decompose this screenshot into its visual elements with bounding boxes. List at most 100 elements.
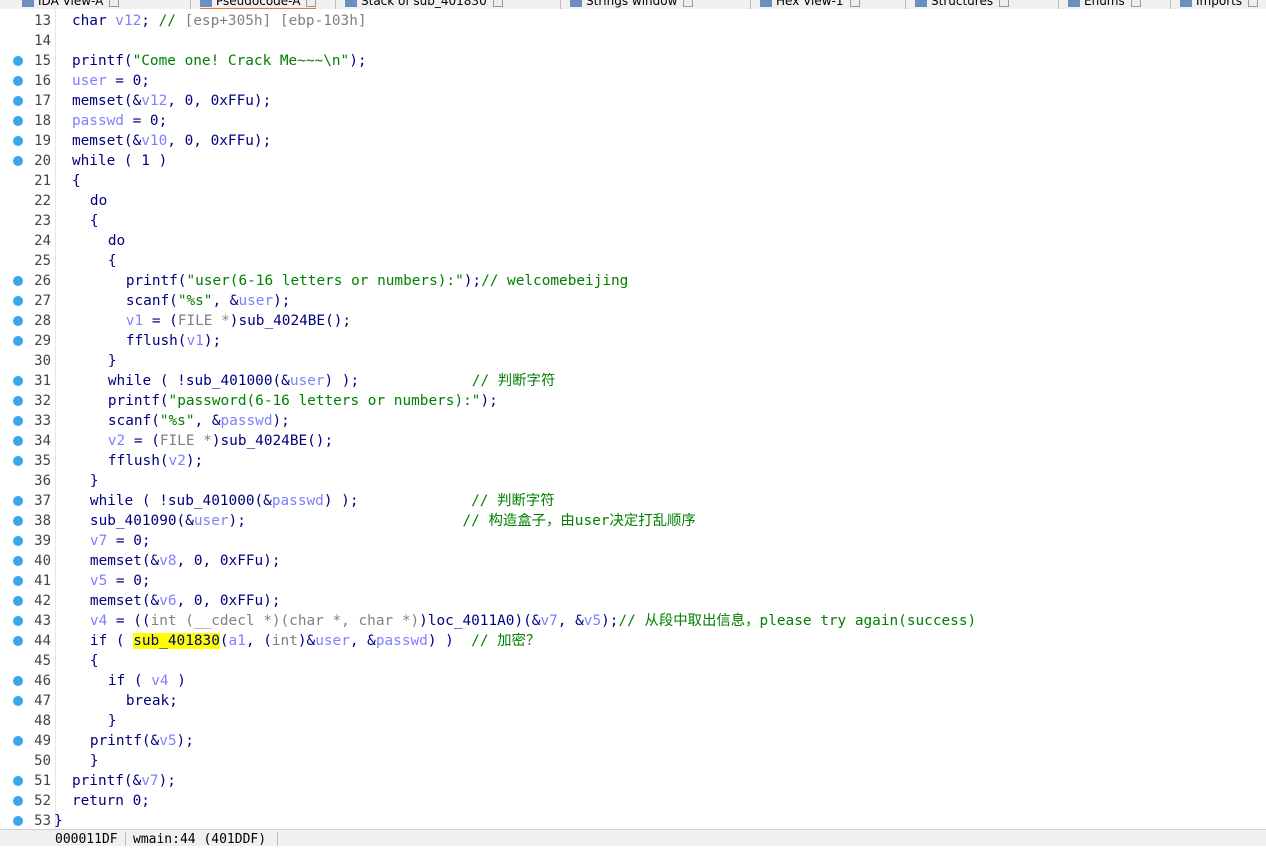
breakpoint-dot-icon[interactable] [13,276,23,286]
breakpoint-dot-icon[interactable] [13,416,23,426]
breakpoint-dot-icon[interactable] [13,696,23,706]
code-line[interactable]: 18 passwd = 0; [0,111,1266,131]
code-token: v6 [159,593,177,609]
code-line[interactable]: 40 memset(&v8, 0, 0xFFu); [0,551,1266,571]
breakpoint-dot-icon[interactable] [13,336,23,346]
tab-ida-view-a[interactable]: IDA View-A [22,0,120,8]
tab-close-icon[interactable] [1248,0,1259,7]
breakpoint-dot-icon[interactable] [13,56,23,66]
code-line[interactable]: 53} [0,811,1266,831]
code-line[interactable]: 36} [0,471,1266,491]
breakpoint-dot-icon[interactable] [13,116,23,126]
breakpoint-dot-icon[interactable] [13,776,23,786]
breakpoint-dot-icon[interactable] [13,616,23,626]
code-line[interactable]: 52 return 0; [0,791,1266,811]
breakpoint-dot-icon[interactable] [13,636,23,646]
line-number: 15 [34,53,51,69]
breakpoint-dot-icon[interactable] [13,96,23,106]
tab-structures[interactable]: Structures [915,0,1010,8]
code-line[interactable]: 42 memset(&v6, 0, 0xFFu); [0,591,1266,611]
code-line[interactable]: 23 { [0,211,1266,231]
breakpoint-dot-icon[interactable] [13,76,23,86]
tab-hex-view-1[interactable]: Hex View-1 [760,0,860,8]
breakpoint-dot-icon[interactable] [13,816,23,826]
code-line[interactable]: 35 fflush(v2); [0,451,1266,471]
code-line[interactable]: 15 printf("Come one! Crack Me~~~\n"); [0,51,1266,71]
pseudocode-editor[interactable]: 13 char v12; // [esp+305h] [ebp-103h] 14 15… [0,9,1266,829]
breakpoint-dot-icon[interactable] [13,796,23,806]
code-line[interactable]: 33 scanf("%s", &passwd); [0,411,1266,431]
code-line[interactable]: 44 if ( sub_401830(a1, (int)&user, &passw… [0,631,1266,651]
breakpoint-dot-icon[interactable] [13,496,23,506]
code-line[interactable]: 25 { [0,251,1266,271]
breakpoint-dot-icon[interactable] [13,556,23,566]
tab-strings-window[interactable]: Strings window [570,0,694,8]
code-line[interactable]: 14 [0,31,1266,51]
tab-close-icon[interactable] [109,0,120,7]
code-text: fflush(v1); [126,332,221,350]
tab-close-icon[interactable] [492,0,503,7]
code-token: = 0; [107,533,151,549]
code-text: } [108,712,117,730]
code-line[interactable]: 26 printf("user(6-16 letters or numbers):… [0,271,1266,291]
line-number: 13 [34,13,51,29]
breakpoint-dot-icon[interactable] [13,536,23,546]
code-line[interactable]: 13 char v12; // [esp+305h] [ebp-103h] [0,11,1266,31]
code-token: ); [228,513,463,529]
code-line[interactable]: 32 printf("password(6-16 letters or numbe… [0,391,1266,411]
breakpoint-dot-icon[interactable] [13,676,23,686]
code-token: printf(& [71,773,142,789]
breakpoint-dot-icon[interactable] [13,136,23,146]
code-line[interactable]: 38 sub_401090(&user); // 构造盒子，由user决定打乱顺序 [0,511,1266,531]
code-line[interactable]: 30} [0,351,1266,371]
code-line[interactable]: 49 printf(&v5); [0,731,1266,751]
code-line[interactable]: 46 if ( v4 ) [0,671,1266,691]
code-line[interactable]: 41 v5 = 0; [0,571,1266,591]
code-line[interactable]: 24 do [0,231,1266,251]
code-line[interactable]: 20 while ( 1 ) [0,151,1266,171]
code-line[interactable]: 43 v4 = ((int (__cdecl *)(char *, char *)… [0,611,1266,631]
tab-view-icon [1180,0,1192,7]
tab-close-icon[interactable] [999,0,1010,7]
code-line[interactable]: 39 v7 = 0; [0,531,1266,551]
code-line[interactable]: 19 memset(&v10, 0, 0xFFu); [0,131,1266,151]
breakpoint-dot-icon[interactable] [13,316,23,326]
tab-imports[interactable]: Imports [1180,0,1259,8]
breakpoint-dot-icon[interactable] [13,456,23,466]
code-line[interactable]: 22 do [0,191,1266,211]
breakpoint-dot-icon[interactable] [13,596,23,606]
tab-close-icon[interactable] [683,0,694,7]
code-line[interactable]: 45 { [0,651,1266,671]
code-line[interactable]: 21 { [0,171,1266,191]
code-line[interactable]: 37 while ( !sub_401000(&passwd) ); // 判断字… [0,491,1266,511]
line-number: 41 [34,573,51,589]
breakpoint-dot-icon[interactable] [13,516,23,526]
code-line[interactable]: 48} [0,711,1266,731]
breakpoint-dot-icon[interactable] [13,736,23,746]
code-line[interactable]: 34 v2 = (FILE *)sub_4024BE(); [0,431,1266,451]
tab-close-icon[interactable] [849,0,860,7]
breakpoint-dot-icon[interactable] [13,296,23,306]
breakpoint-dot-icon[interactable] [13,576,23,586]
breakpoint-dot-icon[interactable] [13,376,23,386]
code-line[interactable]: 29 fflush(v1); [0,331,1266,351]
code-line[interactable]: 51 printf(&v7); [0,771,1266,791]
breakpoint-dot-icon[interactable] [13,396,23,406]
code-line[interactable]: 47 break; [0,691,1266,711]
code-line[interactable]: 28 v1 = (FILE *)sub_4024BE(); [0,311,1266,331]
code-line[interactable]: 16 user = 0; [0,71,1266,91]
tab-stack-of-sub-401830[interactable]: Stack of sub_401830 [345,0,503,8]
breakpoint-dot-icon[interactable] [13,436,23,446]
tab-close-icon[interactable] [306,0,317,7]
code-text: memset(&v12, 0, 0xFFu); [72,92,271,110]
code-line[interactable]: 17 memset(&v12, 0, 0xFFu); [0,91,1266,111]
breakpoint-dot-icon[interactable] [13,156,23,166]
code-line[interactable]: 50} [0,751,1266,771]
code-token: fflush( [125,333,187,349]
tab-enums[interactable]: Enums [1068,0,1141,8]
tab-close-icon[interactable] [1130,0,1141,7]
code-token: while ( !sub_401000(& [107,373,290,389]
code-line[interactable]: 27 scanf("%s", &user); [0,291,1266,311]
code-text: printf("Come one! Crack Me~~~\n"); [72,52,367,70]
code-line[interactable]: 31 while ( !sub_401000(&user) ); // 判断字符 [0,371,1266,391]
